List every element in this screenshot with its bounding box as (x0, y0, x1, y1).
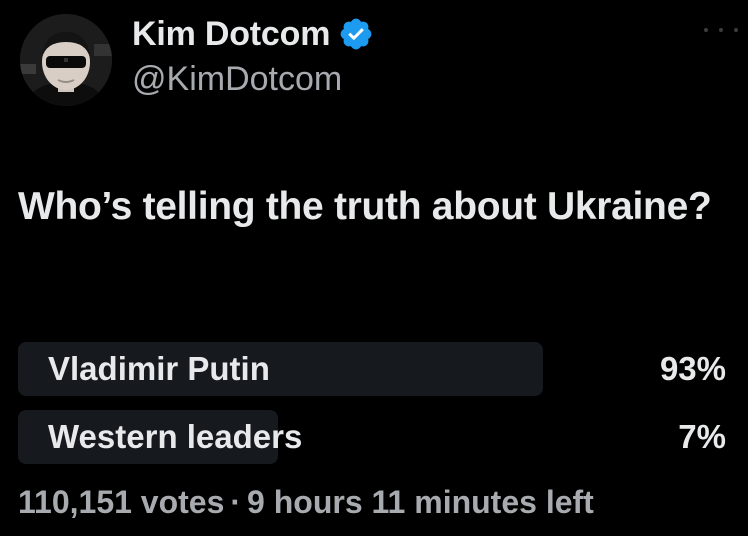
poll-time-left: 9 hours 11 minutes left (247, 484, 594, 520)
poll-option-label: Western leaders (48, 418, 303, 455)
tweet[interactable]: Kim Dotcom @KimDotcom Who’s telling the … (0, 0, 748, 536)
avatar-photo (20, 14, 112, 106)
poll-option-percent: 93% (659, 350, 726, 387)
poll-option-western-leaders: Western leaders 7% (18, 410, 738, 464)
poll-option-percent: 7% (678, 418, 726, 455)
display-name[interactable]: Kim Dotcom (132, 15, 330, 54)
verified-badge-icon (338, 16, 374, 52)
tweet-text: Who’s telling the truth about Ukraine? (18, 185, 712, 228)
poll-vote-count: 110,151 votes (18, 484, 225, 520)
poll-option-label: Vladimir Putin (48, 350, 270, 387)
poll-option-putin: Vladimir Putin 93% (18, 342, 738, 396)
separator-dot: · (230, 484, 242, 520)
author-header: Kim Dotcom (132, 12, 374, 56)
avatar[interactable] (20, 14, 112, 106)
poll-footer: 110,151 votes · 9 hours 11 minutes left (18, 484, 594, 521)
author-handle[interactable]: @KimDotcom (132, 60, 342, 99)
more-options-icon[interactable] (704, 20, 738, 40)
